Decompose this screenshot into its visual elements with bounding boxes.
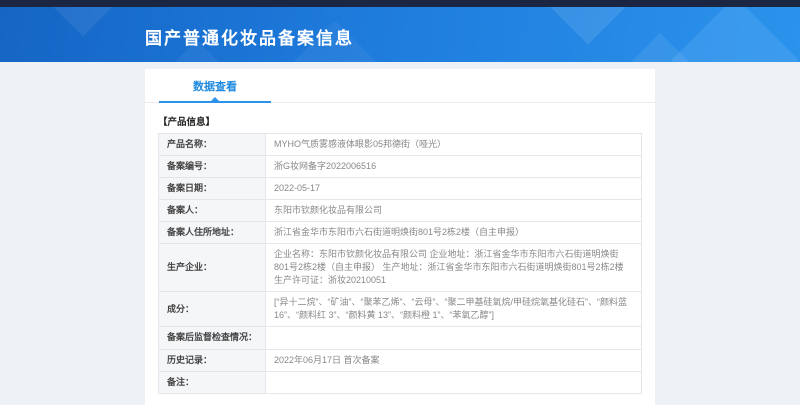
- table-row-filing-number: 备案编号： 浙G妆网备字2022006516: [157, 155, 642, 179]
- table-row-history: 历史记录： 2022年06月17日 首次备案: [157, 348, 642, 372]
- row-value: 2022-05-17: [265, 177, 642, 201]
- row-value: 浙G妆网备字2022006516: [265, 155, 642, 179]
- row-label: 备案人：: [157, 199, 267, 223]
- content-area: 数据查看 【产品信息】 产品名称： MYHO气质雾感液体眼影05邦德街（哑光） …: [0, 69, 800, 405]
- row-label: 历史记录：: [157, 348, 267, 372]
- row-value: 浙江省金华市东阳市六石街道明焕街801号2栋2楼（自主申报）: [265, 221, 642, 245]
- row-label: 备案人住所地址：: [157, 221, 267, 245]
- tab-data-view-label: 数据查看: [193, 81, 237, 93]
- tab-data-view[interactable]: 数据查看: [159, 78, 271, 103]
- row-value: MYHO气质雾感液体眼影05邦德街（哑光）: [265, 132, 642, 157]
- row-value: [“异十二烷”、“矿油”、“聚苯乙烯”、“云母”、“聚二甲基硅氧烷/甲硅烷氧基化…: [265, 291, 642, 328]
- row-label: 备案后监督检查情况：: [157, 326, 267, 350]
- header-diamond-decoration: [671, 7, 799, 62]
- row-label: 产品名称：: [157, 132, 267, 157]
- table-row-filer: 备案人： 东阳市钦颜化妆品有限公司: [157, 199, 642, 223]
- table-row-manufacturer: 生产企业： 企业名称：东阳市钦颜化妆品有限公司 企业地址：浙江省金华市东阳市六石…: [157, 243, 642, 293]
- tab-active-underline: [159, 101, 271, 103]
- row-label: 生产企业：: [157, 243, 267, 293]
- table-row-filing-date: 备案日期： 2022-05-17: [157, 177, 642, 201]
- row-value: [265, 326, 642, 350]
- content-card: 数据查看 【产品信息】 产品名称： MYHO气质雾感液体眼影05邦德街（哑光） …: [145, 69, 655, 405]
- row-value: [265, 370, 642, 394]
- header-diamond-decoration: [50, 7, 116, 37]
- page-title: 国产普通化妆品备案信息: [145, 29, 354, 48]
- header-diamond-decoration: [631, 32, 689, 62]
- header-diamond-decoration: [548, 7, 628, 45]
- page-header: 国产普通化妆品备案信息: [0, 7, 800, 62]
- table-row-remarks: 备注：: [157, 370, 642, 394]
- row-value: 2022年06月17日 首次备案: [265, 348, 642, 372]
- section-product-info-title: 【产品信息】: [158, 117, 216, 128]
- top-strip: [0, 0, 800, 7]
- row-label: 成分：: [157, 291, 267, 328]
- row-label: 备案编号：: [157, 155, 267, 179]
- row-value: 企业名称：东阳市钦颜化妆品有限公司 企业地址：浙江省金华市东阳市六石街道明焕街8…: [265, 243, 642, 293]
- row-value: 东阳市钦颜化妆品有限公司: [265, 199, 642, 223]
- row-label: 备注：: [157, 370, 267, 394]
- table-row-product-name: 产品名称： MYHO气质雾感液体眼影05邦德街（哑光）: [157, 132, 642, 157]
- table-row-supervision-check: 备案后监督检查情况：: [157, 326, 642, 350]
- tab-bar: 数据查看: [145, 69, 655, 103]
- row-label: 备案日期：: [157, 177, 267, 201]
- table-row-filer-address: 备案人住所地址： 浙江省金华市东阳市六石街道明焕街801号2栋2楼（自主申报）: [157, 221, 642, 245]
- product-info-table: 产品名称： MYHO气质雾感液体眼影05邦德街（哑光） 备案编号： 浙G妆网备字…: [157, 132, 642, 394]
- table-row-ingredients: 成分： [“异十二烷”、“矿油”、“聚苯乙烯”、“云母”、“聚二甲基硅氧烷/甲硅…: [157, 291, 642, 328]
